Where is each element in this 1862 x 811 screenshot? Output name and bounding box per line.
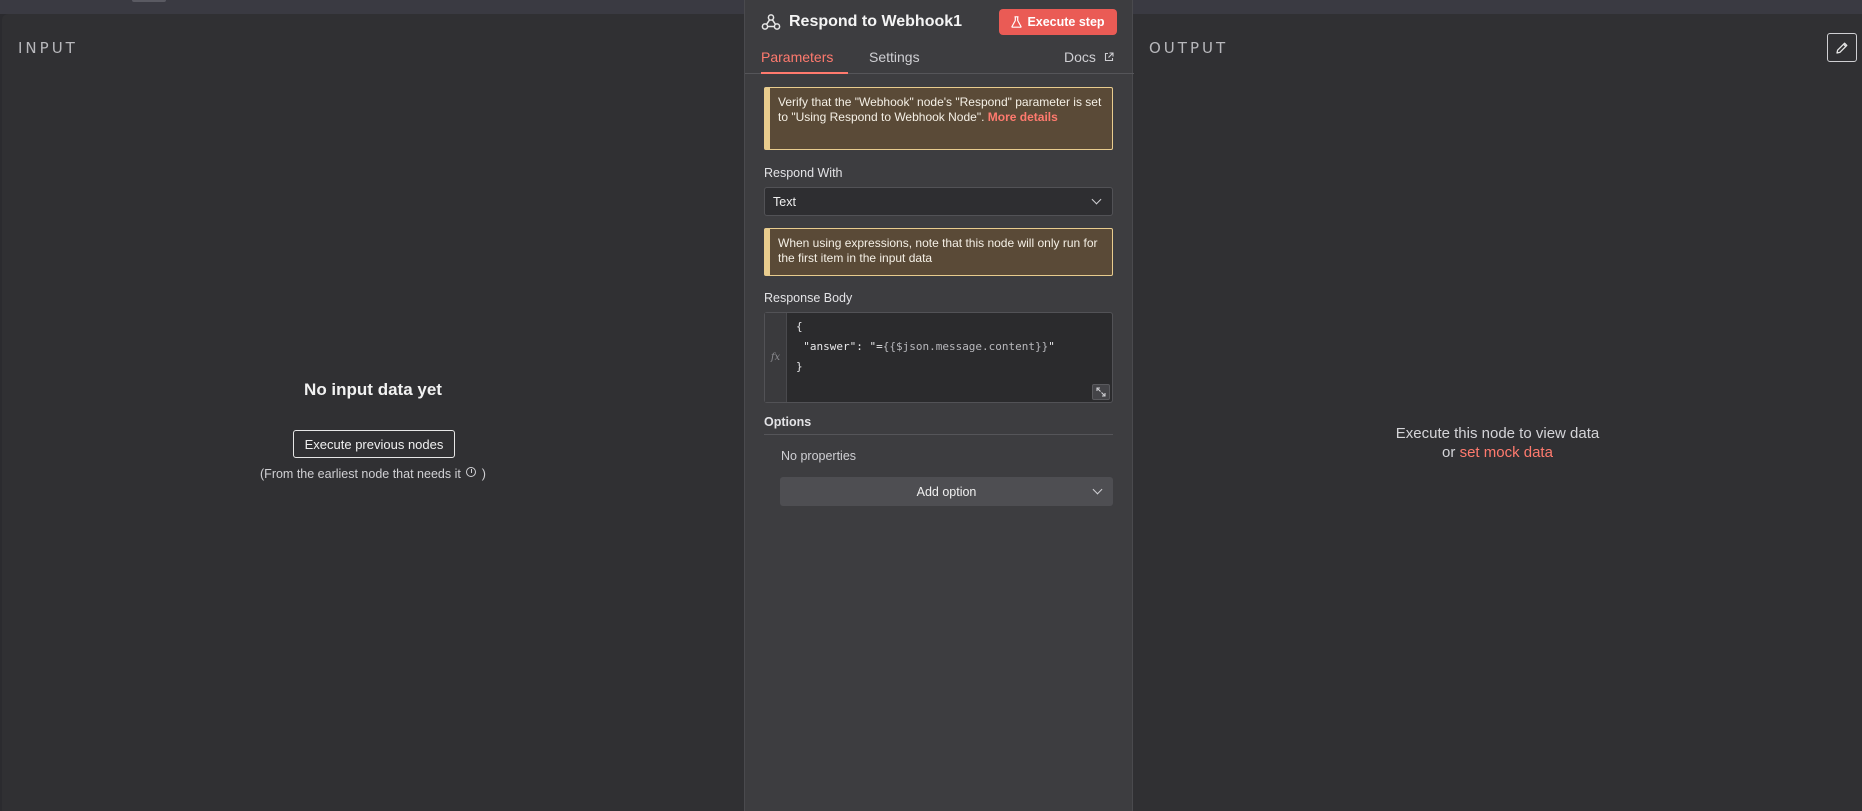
respond-with-label: Respond With [764,166,843,180]
output-empty-message: Execute this node to view data or set mo… [1133,424,1862,462]
tab-settings[interactable]: Settings [869,49,920,72]
respond-with-value: Text [773,195,796,209]
docs-link[interactable]: Docs [1064,49,1114,72]
execute-previous-note-text: (From the earliest node that needs it [260,467,461,481]
webhook-icon [761,14,781,30]
execute-step-label: Execute step [1027,15,1105,29]
code-line-1: { [796,320,803,333]
tab-parameters[interactable]: Parameters [761,49,849,74]
code-line-2-suffix: " [1048,340,1055,353]
chevron-down-icon [1091,194,1102,205]
edit-output-button[interactable] [1827,33,1857,62]
expressions-notice: When using expressions, note that this n… [764,228,1113,276]
output-message-line2: or set mock data [1133,443,1862,462]
set-mock-data-link[interactable]: set mock data [1460,444,1553,461]
respond-with-select[interactable]: Text [764,187,1113,216]
docs-label: Docs [1064,49,1096,65]
no-properties-text: No properties [781,449,857,463]
webhook-respond-notice: Verify that the "Webhook" node's "Respon… [764,87,1113,150]
node-title[interactable]: Respond to Webhook1 [789,13,962,31]
execute-step-button[interactable]: Execute step [999,9,1117,35]
top-strip-handle [132,0,166,2]
input-panel: INPUT No input data yet Execute previous… [2,14,744,811]
expand-icon [1096,387,1106,397]
more-details-link[interactable]: More details [988,110,1058,124]
no-input-title: No input data yet [304,380,442,399]
expressions-notice-text: When using expressions, note that this n… [778,236,1098,265]
code-line-2: "answer": "={{$json.message.content}}" [790,340,1055,353]
response-body-editor[interactable]: fx { "answer": "={{$json.message.content… [764,312,1113,403]
add-option-label: Add option [916,484,977,499]
output-message-line1: Execute this node to view data [1395,425,1600,442]
execute-previous-note-end: ) [481,467,486,481]
input-panel-label: INPUT [18,39,78,57]
response-body-label: Response Body [764,291,853,305]
output-message-or: or [1442,444,1460,461]
fx-icon: fx [765,313,787,402]
expand-editor-button[interactable] [1092,384,1110,400]
code-expression: {{$json.message.content}} [882,340,1049,353]
options-label: Options [764,415,812,429]
code-line-3: } [796,360,803,373]
pencil-icon [1836,42,1848,54]
options-divider [764,434,1113,435]
output-panel: OUTPUT Execute this node to view data or… [1133,14,1862,811]
node-parameters-panel: Respond to Webhook1 Execute step Paramet… [744,0,1134,811]
chevron-down-icon [1092,484,1103,495]
execute-previous-note: (From the earliest node that needs it ) [2,467,744,481]
flask-icon [1011,16,1023,28]
execute-previous-nodes-button[interactable]: Execute previous nodes [293,430,455,458]
external-link-icon [1104,52,1114,62]
output-panel-label: OUTPUT [1149,39,1229,57]
code-line-2-prefix: "answer": "= [790,340,883,353]
clock-icon[interactable] [466,467,477,477]
node-header: Respond to Webhook1 [761,10,962,34]
add-option-button[interactable]: Add option [780,477,1113,506]
node-tabs: Parameters Settings Docs [745,44,1134,74]
